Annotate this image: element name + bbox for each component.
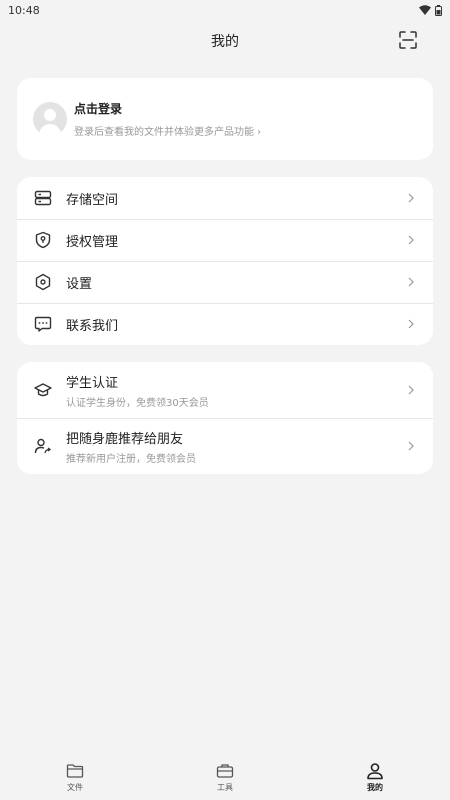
graduation-cap-icon <box>34 383 52 397</box>
toolbox-icon <box>216 764 234 778</box>
menu-item-label: 联系我们 <box>66 318 119 334</box>
tab-files[interactable]: 文件 <box>0 760 150 800</box>
chevron-right-icon <box>408 319 414 329</box>
wifi-icon <box>419 5 431 15</box>
login-card[interactable]: 点击登录 登录后查看我的文件并体验更多产品功能 › <box>17 78 433 160</box>
login-subtitle: 登录后查看我的文件并体验更多产品功能 › <box>74 127 262 138</box>
promo-texts: 学生认证 认证学生身份，免费领30天会员 <box>66 372 406 409</box>
profile-icon <box>367 763 383 780</box>
tab-tools[interactable]: 工具 <box>150 760 300 800</box>
header: 我的 <box>0 20 450 62</box>
menu-item-label: 设置 <box>66 276 93 292</box>
settings-icon <box>35 273 51 291</box>
promo-subtitle: 认证学生身份，免费领30天会员 <box>66 397 209 409</box>
menu-item-label: 授权管理 <box>66 234 119 250</box>
scan-icon[interactable] <box>398 30 418 50</box>
tab-bar: 文件 工具 我的 <box>0 760 450 800</box>
chevron-right-icon <box>408 193 414 203</box>
promo-title: 学生认证 <box>66 375 119 391</box>
menu-item-settings[interactable]: 设置 <box>17 261 433 303</box>
login-title: 点击登录 <box>74 102 123 116</box>
page-title: 我的 <box>211 34 239 50</box>
chevron-right-icon <box>408 385 414 395</box>
promo-item-recommend[interactable]: 把随身鹿推荐给朋友 推荐新用户注册，免费领会员 <box>17 418 433 474</box>
shield-icon <box>35 231 51 249</box>
battery-icon <box>435 4 442 16</box>
tab-label: 工具 <box>217 783 233 792</box>
tab-label: 我的 <box>367 783 383 792</box>
login-text: 点击登录 登录后查看我的文件并体验更多产品功能 › <box>74 100 261 138</box>
tab-label: 文件 <box>67 783 83 792</box>
menu-item-label: 存储空间 <box>66 192 119 208</box>
menu-card: 存储空间 授权管理 设置 联系我们 <box>17 177 433 345</box>
promo-subtitle: 推荐新用户注册，免费领会员 <box>66 453 196 465</box>
chevron-right-icon <box>408 277 414 287</box>
chevron-right-icon <box>408 441 414 451</box>
chat-icon <box>34 316 52 332</box>
tab-mine[interactable]: 我的 <box>300 760 450 800</box>
menu-item-authorization[interactable]: 授权管理 <box>17 219 433 261</box>
status-icons <box>419 4 442 16</box>
status-time: 10:48 <box>8 3 40 17</box>
status-bar: 10:48 <box>0 0 450 20</box>
promo-title: 把随身鹿推荐给朋友 <box>66 431 184 447</box>
avatar <box>33 102 67 136</box>
storage-icon <box>34 190 52 206</box>
promo-card: 学生认证 认证学生身份，免费领30天会员 把随身鹿推荐给朋友 推荐新用户注册，免… <box>17 362 433 474</box>
chevron-right-icon <box>408 235 414 245</box>
share-user-icon <box>34 438 52 454</box>
promo-item-student[interactable]: 学生认证 认证学生身份，免费领30天会员 <box>17 362 433 418</box>
menu-item-storage[interactable]: 存储空间 <box>17 177 433 219</box>
menu-item-contact[interactable]: 联系我们 <box>17 303 433 345</box>
folder-icon <box>66 764 84 778</box>
promo-texts: 把随身鹿推荐给朋友 推荐新用户注册，免费领会员 <box>66 428 406 465</box>
